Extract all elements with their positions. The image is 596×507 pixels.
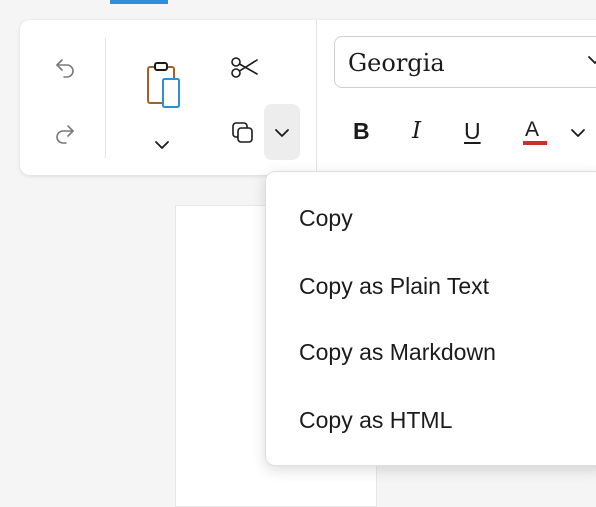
font-color-dropdown[interactable]	[564, 120, 592, 146]
bold-button[interactable]: B	[353, 118, 370, 145]
chevron-down-icon	[275, 129, 289, 137]
chevron-down-icon	[588, 56, 596, 64]
redo-icon	[56, 125, 74, 144]
toolbar-ribbon: Georgia B I U A	[20, 20, 596, 175]
font-family-select[interactable]: Georgia	[334, 36, 596, 88]
clipboard-icon	[147, 62, 180, 108]
menu-item-copy-plain-text[interactable]: Copy as Plain Text	[266, 258, 596, 314]
paste-button[interactable]	[138, 56, 188, 112]
underline-button[interactable]: U	[464, 118, 481, 145]
chevron-down-icon	[155, 141, 169, 149]
redo-button[interactable]	[48, 116, 82, 150]
separator	[316, 20, 317, 175]
menu-item-copy-markdown[interactable]: Copy as Markdown	[266, 324, 596, 380]
copy-options-dropdown[interactable]	[264, 120, 300, 146]
menu-item-copy[interactable]: Copy	[266, 190, 596, 246]
italic-button[interactable]: I	[412, 118, 421, 144]
copy-options-menu: Copy Copy as Plain Text Copy as Markdown…	[265, 171, 596, 466]
undo-icon	[56, 59, 74, 78]
active-tab-indicator	[110, 0, 168, 4]
font-color-swatch	[523, 141, 547, 145]
font-color-button[interactable]: A	[523, 116, 547, 146]
scissors-icon	[231, 57, 258, 78]
menu-item-copy-html[interactable]: Copy as HTML	[266, 392, 596, 448]
undo-button[interactable]	[48, 50, 82, 84]
font-color-letter: A	[525, 118, 540, 141]
paste-options-dropdown[interactable]	[148, 132, 176, 158]
cut-button[interactable]	[226, 50, 264, 84]
chevron-down-icon	[571, 129, 585, 137]
font-family-value: Georgia	[348, 49, 445, 77]
copy-button[interactable]	[226, 116, 260, 150]
separator	[105, 38, 106, 158]
copy-icon	[232, 122, 253, 143]
